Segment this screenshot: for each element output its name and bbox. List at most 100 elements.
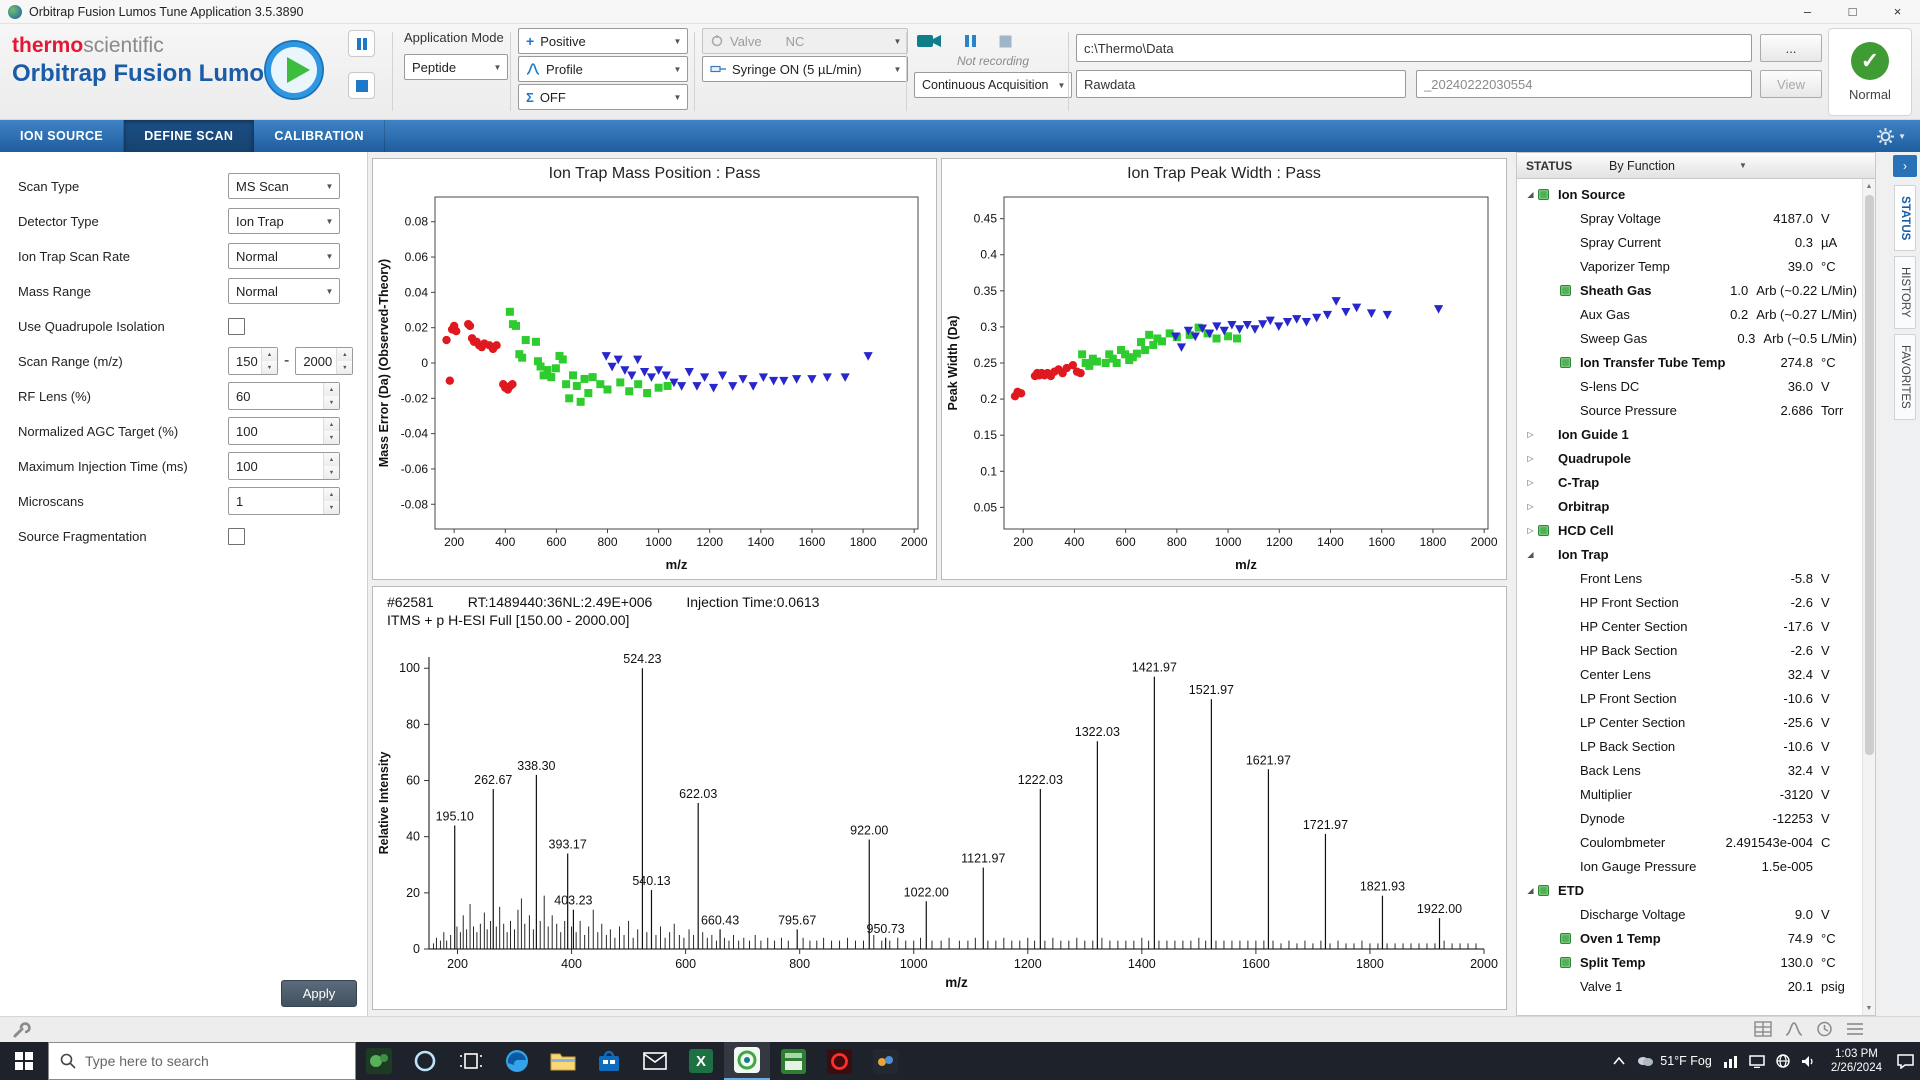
close-button[interactable]: × <box>1875 0 1920 23</box>
side-tab-history[interactable]: HISTORY <box>1894 256 1916 329</box>
tray-clock[interactable]: 1:03 PM 2/26/2024 <box>1827 1047 1886 1075</box>
maximize-button[interactable]: □ <box>1830 0 1875 23</box>
tree-collapsed-icon[interactable]: ▷ <box>1523 430 1538 439</box>
taskbar-store[interactable] <box>586 1042 632 1080</box>
raw-file-suffix-input[interactable] <box>1416 70 1752 98</box>
source-fragmentation-checkbox[interactable] <box>228 528 245 545</box>
taskbar-file-explorer[interactable] <box>540 1042 586 1080</box>
stop-acquisition-button[interactable] <box>999 35 1012 48</box>
standby-button[interactable] <box>348 30 375 57</box>
tree-collapsed-icon[interactable]: ▷ <box>1523 454 1538 463</box>
raw-file-name-input[interactable] <box>1076 70 1406 98</box>
tray-monitor-icon[interactable] <box>1749 1055 1765 1068</box>
status-row-ion-guide-1[interactable]: ▷Ion Guide 1 <box>1517 422 1857 446</box>
ion-trap-scan-rate-select[interactable]: Normal ▼ <box>228 243 340 269</box>
rf-lens-stepper[interactable]: 60 ▲▼ <box>228 382 340 410</box>
status-filter-select[interactable]: By Function ▼ <box>1609 159 1747 173</box>
scrollbar-thumb[interactable] <box>1865 195 1874 755</box>
status-row-hcd-cell[interactable]: ▷HCD Cell <box>1517 518 1857 542</box>
syringe-select[interactable]: Syringe ON (5 µL/min) ▼ <box>702 56 908 82</box>
taskbar-plant-app[interactable] <box>356 1042 402 1080</box>
spin-down-icon[interactable]: ▼ <box>337 361 352 374</box>
scan-range-high-stepper[interactable]: 2000 ▲▼ <box>295 347 353 375</box>
tree-expanded-icon[interactable]: ◢ <box>1523 886 1538 895</box>
mass-range-select[interactable]: Normal ▼ <box>228 278 340 304</box>
browse-button[interactable]: ... <box>1760 34 1822 62</box>
tree-expanded-icon[interactable]: ◢ <box>1523 550 1538 559</box>
taskbar-tune-app[interactable] <box>724 1042 770 1080</box>
tab-ion-source[interactable]: ION SOURCE <box>0 120 124 152</box>
scan-range-low-stepper[interactable]: 150 ▲▼ <box>228 347 278 375</box>
grid-view-button[interactable] <box>1754 1021 1772 1042</box>
signal-view-button[interactable] <box>1785 1021 1803 1042</box>
status-row-ion-trap[interactable]: ◢Ion Trap <box>1517 542 1857 566</box>
tab-calibration[interactable]: CALIBRATION <box>254 120 385 152</box>
status-row-quadrupole[interactable]: ▷Quadrupole <box>1517 446 1857 470</box>
taskbar-misc-app[interactable] <box>862 1042 908 1080</box>
status-scrollbar[interactable]: ▲ ▼ <box>1862 179 1875 1015</box>
spin-up-icon[interactable]: ▲ <box>337 348 352 361</box>
action-center-button[interactable] <box>1897 1054 1914 1069</box>
spin-down-icon[interactable]: ▼ <box>324 396 339 409</box>
record-camera-button[interactable] <box>916 32 942 50</box>
settings-menu[interactable]: ▼ <box>1877 120 1920 152</box>
system-state-indicator[interactable]: ✓ Normal <box>1828 28 1912 116</box>
tree-collapsed-icon[interactable]: ▷ <box>1523 502 1538 511</box>
spin-down-icon[interactable]: ▼ <box>324 431 339 444</box>
spin-up-icon[interactable]: ▲ <box>262 348 277 361</box>
tray-chevron-up-button[interactable] <box>1613 1057 1625 1065</box>
tree-collapsed-icon[interactable]: ▷ <box>1523 478 1538 487</box>
detector-type-select[interactable]: Ion Trap ▼ <box>228 208 340 234</box>
taskbar-excel[interactable]: X <box>678 1042 724 1080</box>
status-row-etd[interactable]: ◢ETD <box>1517 878 1857 902</box>
spin-up-icon[interactable]: ▲ <box>324 383 339 396</box>
spin-up-icon[interactable]: ▲ <box>324 453 339 466</box>
list-view-button[interactable] <box>1846 1021 1864 1042</box>
side-tab-status[interactable]: STATUS <box>1894 185 1916 251</box>
status-row-ion-source[interactable]: ◢Ion Source <box>1517 182 1857 206</box>
use-quadrupole-isolation-checkbox[interactable] <box>228 318 245 335</box>
spin-down-icon[interactable]: ▼ <box>324 501 339 514</box>
apply-button[interactable]: Apply <box>281 980 357 1007</box>
spin-down-icon[interactable]: ▼ <box>262 361 277 374</box>
maximum-injection-time-stepper[interactable]: 100 ▲▼ <box>228 452 340 480</box>
pause-acquisition-button[interactable] <box>964 34 977 48</box>
tree-expanded-icon[interactable]: ◢ <box>1523 190 1538 199</box>
scan-type-select[interactable]: MS Scan ▼ <box>228 173 340 199</box>
collapse-panel-button[interactable]: › <box>1893 155 1917 177</box>
polarity-select[interactable]: + Positive ▼ <box>518 28 688 54</box>
taskbar-task-view[interactable] <box>448 1042 494 1080</box>
spin-down-icon[interactable]: ▼ <box>324 466 339 479</box>
minimize-button[interactable]: – <box>1785 0 1830 23</box>
spin-up-icon[interactable]: ▲ <box>324 418 339 431</box>
scroll-up-icon[interactable]: ▲ <box>1866 179 1873 193</box>
start-button[interactable] <box>0 1042 48 1080</box>
taskbar-edge[interactable] <box>494 1042 540 1080</box>
history-view-button[interactable] <box>1816 1021 1833 1042</box>
normalized-agc-target-stepper[interactable]: 100 ▲▼ <box>228 417 340 445</box>
microscans-stepper[interactable]: 1 ▲▼ <box>228 487 340 515</box>
tray-volume-icon[interactable] <box>1801 1055 1816 1068</box>
application-mode-select[interactable]: Peptide ▼ <box>404 54 508 80</box>
off-button[interactable] <box>348 72 375 99</box>
tray-network-icon[interactable] <box>1776 1054 1790 1068</box>
data-type-select[interactable]: Profile ▼ <box>518 56 688 82</box>
system-on-button[interactable] <box>262 38 326 102</box>
sid-select[interactable]: Σ OFF ▼ <box>518 84 688 110</box>
taskbar-search[interactable] <box>48 1042 356 1080</box>
status-row-orbitrap[interactable]: ▷Orbitrap <box>1517 494 1857 518</box>
scroll-down-icon[interactable]: ▼ <box>1866 1001 1873 1015</box>
side-tab-favorites[interactable]: FAVORITES <box>1894 334 1916 420</box>
taskbar-cortana[interactable] <box>402 1042 448 1080</box>
status-row-c-trap[interactable]: ▷C-Trap <box>1517 470 1857 494</box>
taskbar-mail[interactable] <box>632 1042 678 1080</box>
tab-define-scan[interactable]: DEFINE SCAN <box>124 120 254 152</box>
taskbar-acrobat[interactable] <box>816 1042 862 1080</box>
spin-up-icon[interactable]: ▲ <box>324 488 339 501</box>
tree-collapsed-icon[interactable]: ▷ <box>1523 526 1538 535</box>
taskbar-green-window-app[interactable] <box>770 1042 816 1080</box>
tray-meter-icon[interactable] <box>1723 1055 1738 1068</box>
tools-button[interactable] <box>12 1020 31 1044</box>
search-input[interactable] <box>85 1053 355 1069</box>
acquisition-mode-select[interactable]: Continuous Acquisition ▼ <box>914 72 1072 98</box>
